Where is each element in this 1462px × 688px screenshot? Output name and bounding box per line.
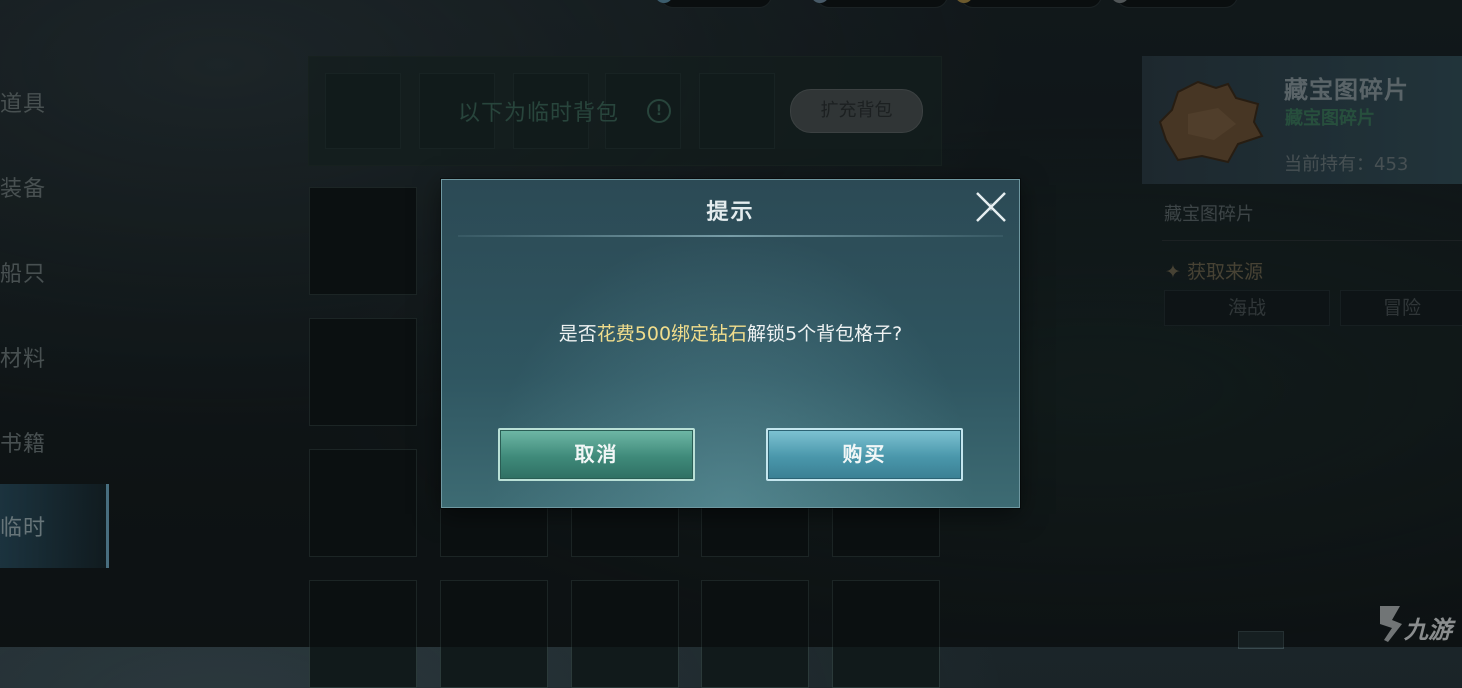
close-icon[interactable] xyxy=(973,189,1009,225)
message-suffix: 解锁5个背包格子? xyxy=(747,323,903,345)
cancel-button[interactable]: 取消 xyxy=(498,428,695,481)
buy-button[interactable]: 购买 xyxy=(766,428,963,481)
message-highlight: 花费500绑定钻石 xyxy=(596,323,748,345)
confirm-dialog: 提示 是否花费500绑定钻石解锁5个背包格子? 取消 购买 xyxy=(441,179,1020,508)
message-prefix: 是否 xyxy=(558,323,597,345)
dialog-divider xyxy=(458,235,1003,237)
dialog-message: 是否花费500绑定钻石解锁5个背包格子? xyxy=(442,319,1019,346)
dialog-title: 提示 xyxy=(706,200,755,225)
